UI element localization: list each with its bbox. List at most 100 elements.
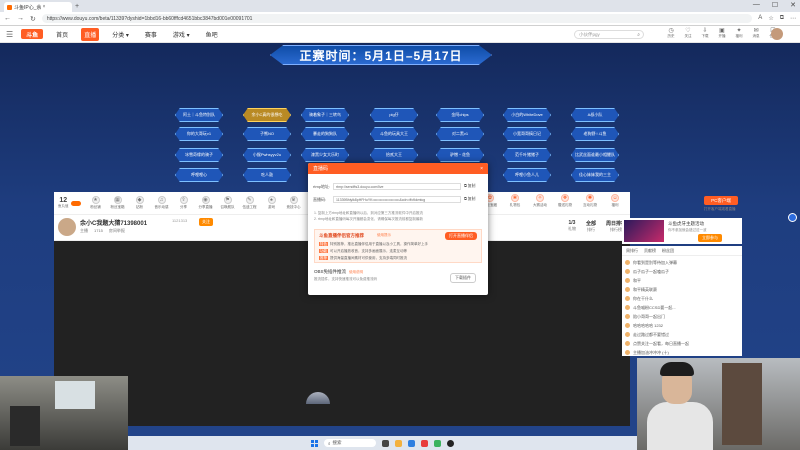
- team-button[interactable]: 呼哩小鱼人儿: [503, 168, 551, 182]
- team-button[interactable]: 漆黑少女大乐町: [301, 148, 349, 162]
- client-link[interactable]: 打开客户端观看直播: [704, 207, 736, 212]
- report-link[interactable]: 房间举报: [109, 228, 125, 234]
- url-input[interactable]: https://www.douyu.com/beta/11339?dyshid=…: [41, 14, 753, 23]
- explorer-icon[interactable]: [395, 439, 402, 447]
- nav-games[interactable]: 游戏 ▾: [170, 28, 193, 41]
- team-button[interactable]: 斗鱼的玩具大王: [370, 127, 418, 141]
- tab-contribution[interactable]: 贡献榜: [644, 248, 656, 254]
- recommend-tag[interactable]: 使用提示: [377, 233, 391, 238]
- team-button[interactable]: 吃人鼓: [243, 168, 291, 182]
- follow-button[interactable]: 关注: [199, 218, 213, 226]
- copy-code-button[interactable]: ⧉ 复制: [464, 197, 475, 202]
- team-button[interactable]: 比武丝面谁最小相鲤队: [571, 148, 619, 162]
- close-icon[interactable]: ×: [480, 166, 483, 172]
- download-button[interactable]: ⇩ 下载: [699, 27, 711, 39]
- promo-card[interactable]: 斗鱼虎牙主题活动 你不参加就会错过这一波 立即参与: [622, 218, 742, 244]
- chrome-icon[interactable]: [434, 439, 441, 447]
- team-button[interactable]: 骑着象子｜三转鸟: [301, 108, 349, 122]
- search-icon[interactable]: ⌕: [637, 32, 640, 38]
- streamer-avatar[interactable]: [58, 218, 76, 236]
- team-button[interactable]: 小猴Pwhsyyv2u: [243, 148, 291, 162]
- team-button[interactable]: 暴走的狗狗队: [301, 127, 349, 141]
- tab-weekly[interactable]: 周排行: [626, 248, 638, 254]
- windows-start-icon[interactable]: [311, 439, 318, 447]
- promo-button[interactable]: 立即参与: [698, 234, 722, 242]
- nav-yuba[interactable]: 鱼吧: [203, 28, 221, 41]
- toolbar-item[interactable]: ✎ 伍迪工程: [239, 196, 261, 210]
- rtmp-input[interactable]: rtmp://sendfts3.douyu.com/live: [333, 183, 461, 190]
- gift-item[interactable]: ✧ 大赛活动: [528, 194, 552, 208]
- copy-rtmp-button[interactable]: ⧉ 复制: [464, 184, 475, 189]
- toolbar-item[interactable]: ◉ 分享直播: [195, 196, 217, 210]
- toolbar-item[interactable]: ⚑ 召唤舰队: [217, 196, 239, 210]
- gift-item[interactable]: ☺ 福利: [603, 194, 627, 208]
- nav-category[interactable]: 分类 ▾: [109, 28, 132, 41]
- nav-home[interactable]: 首页: [53, 28, 71, 41]
- back-icon[interactable]: ←: [4, 15, 11, 22]
- team-button-selected[interactable]: 余小C真的很想吃: [243, 108, 291, 122]
- team-button[interactable]: 金阿chips: [436, 108, 484, 122]
- follow-button[interactable]: ♡ 关注: [682, 27, 694, 39]
- maximize-icon[interactable]: ☐: [772, 1, 778, 9]
- nav-events[interactable]: 赛事: [142, 28, 160, 41]
- download-plugin-button[interactable]: 下载插件: [450, 273, 476, 283]
- toolbar-item[interactable]: ♛ 竞技中心: [283, 196, 305, 210]
- user-avatar[interactable]: [771, 28, 783, 40]
- team-button[interactable]: 拾贰大王: [370, 148, 418, 162]
- toolbar-item[interactable]: ★ 粉丝铺: [85, 196, 107, 210]
- team-button[interactable]: 范千叶猪猪子: [503, 148, 551, 162]
- team-button[interactable]: 驴憎・花鱼: [436, 148, 484, 162]
- welfare-button[interactable]: ✦ 福利: [733, 27, 745, 39]
- taskbar-search[interactable]: ⌕ 搜索: [324, 439, 376, 447]
- team-button[interactable]: 小白的WhiteDove: [503, 108, 551, 122]
- team-button[interactable]: A叔小队: [571, 108, 619, 122]
- close-tab-icon[interactable]: ×: [43, 4, 70, 10]
- minimize-icon[interactable]: —: [753, 1, 760, 9]
- team-button[interactable]: pig仔: [370, 108, 418, 122]
- gift-item[interactable]: ❖ 赠送礼物: [553, 194, 577, 208]
- stream-code-input[interactable]: 11339Bhlylk8pHFHuYK•••••••••••••••••••••…: [333, 196, 461, 203]
- browser-menu-icon[interactable]: ⋯: [790, 15, 796, 22]
- team-button[interactable]: 子熊NO: [243, 127, 291, 141]
- team-button[interactable]: 呼哩哩心: [175, 168, 223, 182]
- gift-item[interactable]: ✺ 互动礼物: [578, 194, 602, 208]
- team-button[interactable]: 佳心妹妹我的三主: [571, 168, 619, 182]
- toolbar-item[interactable]: ▦ 粉丝宝箱: [107, 196, 129, 210]
- favorite-star-icon[interactable]: ☆: [768, 15, 773, 22]
- new-tab-button[interactable]: +: [75, 3, 79, 10]
- collections-icon[interactable]: ⧉: [780, 15, 784, 22]
- message-button[interactable]: ✉ 消息: [750, 27, 762, 39]
- team-button[interactable]: 小宽哥哥搞日记: [503, 127, 551, 141]
- team-button[interactable]: 对二黑v1: [436, 127, 484, 141]
- danmu-toggle[interactable]: [70, 200, 81, 206]
- app-icon[interactable]: [421, 439, 428, 447]
- history-button[interactable]: ◷ 历史: [665, 27, 677, 39]
- reload-icon[interactable]: ↻: [30, 15, 36, 23]
- pc-client-button[interactable]: PC客户端: [704, 196, 738, 205]
- toolbar-item[interactable]: ♠ 游戏: [261, 196, 283, 210]
- hamburger-menu-icon[interactable]: ☰: [6, 30, 13, 39]
- room-stat[interactable]: 全部 排行: [586, 220, 596, 233]
- start-live-button[interactable]: ▣ 开播: [716, 27, 728, 39]
- site-search-input[interactable]: 小伙伴pgy ⌕: [574, 30, 644, 39]
- team-button[interactable]: 阿土｜斗鱼特别队: [175, 108, 223, 122]
- team-button[interactable]: 冰雪奇缘的骑子: [175, 148, 223, 162]
- close-window-icon[interactable]: ✕: [790, 1, 796, 9]
- toolbar-item[interactable]: ⇪ 分享: [173, 196, 195, 210]
- team-button[interactable]: 老狗野♀斗鱼: [571, 127, 619, 141]
- floating-assistant-icon[interactable]: [788, 213, 797, 222]
- edge-icon[interactable]: [408, 439, 415, 447]
- toolbar-item[interactable]: ♫ 音乐动感: [151, 196, 173, 210]
- forward-icon[interactable]: →: [17, 15, 24, 22]
- read-aloud-icon[interactable]: A: [758, 15, 762, 22]
- browser-tab[interactable]: 斗鱼IP心_余小C真的很想吃大鸡... ×: [4, 2, 72, 12]
- tab-fans[interactable]: 粉丝团: [662, 248, 674, 254]
- toolbar-item[interactable]: ◆ 钻粉: [129, 196, 151, 210]
- taskview-icon[interactable]: [382, 439, 389, 447]
- obs-icon[interactable]: [447, 439, 454, 447]
- gift-item[interactable]: ❀ 礼物包: [503, 194, 527, 208]
- douyu-logo[interactable]: 斗鱼: [21, 29, 44, 39]
- nav-live[interactable]: 直播: [81, 27, 100, 41]
- open-companion-button[interactable]: 打开直播伴侣: [445, 232, 477, 240]
- team-button[interactable]: 你的大哥玩v1: [175, 127, 223, 141]
